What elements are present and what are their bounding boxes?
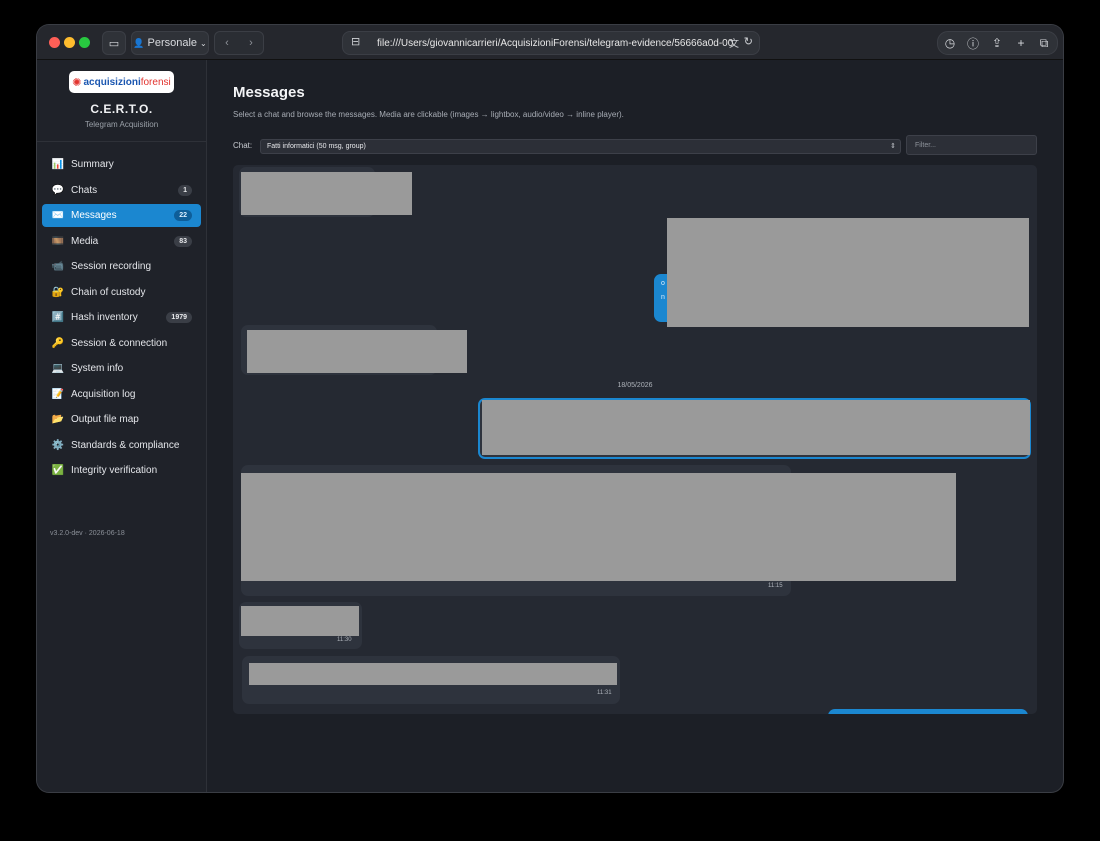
minimize-window-button[interactable] [64, 37, 75, 48]
message-list[interactable]: o n 18/05/2026 11:15 11:30 11:31 [233, 165, 1037, 714]
redacted-content [667, 218, 1029, 327]
main-content: Messages Select a chat and browse the me… [207, 60, 1063, 792]
folder-icon: 📂 [51, 414, 65, 425]
lock-icon: 🔐 [51, 286, 65, 298]
translate-icon[interactable]: 文 [729, 35, 739, 50]
page-title: Messages [233, 84, 305, 101]
laptop-icon: 💻 [51, 363, 65, 374]
message-time: 11:31 [597, 690, 612, 696]
chat-select-value: Fatti informatici (50 msg, group) [267, 143, 366, 150]
count-badge: 1979 [166, 312, 192, 323]
hash-icon: #️⃣ [51, 312, 65, 323]
page-description: Select a chat and browse the messages. M… [233, 110, 624, 119]
reload-icon[interactable]: ↻ [744, 35, 753, 48]
sidebar-item-label: System info [71, 363, 124, 374]
person-icon: 👤 [133, 37, 145, 48]
redacted-content [241, 172, 412, 215]
sidebar-item-acquisition-log[interactable]: 📝 Acquisition log [42, 383, 201, 406]
sidebar-icon: ▭ [108, 37, 120, 50]
sidebar-item-messages[interactable]: ✉️ Messages 22 [42, 204, 201, 227]
sidebar-item-label: Hash inventory [71, 312, 138, 323]
speech-bubble-icon: 💬 [51, 184, 65, 196]
sidebar-item-system-info[interactable]: 💻 System info [42, 357, 201, 380]
new-tab-icon[interactable]: + [1012, 34, 1030, 52]
zoom-window-button[interactable] [79, 37, 90, 48]
chevron-down-icon: ⌄ [200, 38, 207, 48]
memo-icon: 📝 [51, 388, 65, 400]
clock-icon[interactable]: ◷ [941, 34, 959, 52]
redacted-content [482, 400, 1030, 455]
share-icon[interactable]: ⇪ [988, 34, 1006, 52]
sidebar-item-hash-inventory[interactable]: #️⃣ Hash inventory 1979 [42, 306, 201, 329]
sidebar-item-label: Acquisition log [71, 388, 136, 400]
key-icon: 🔑 [51, 337, 65, 349]
message-time: 11:30 [337, 637, 352, 643]
address-bar[interactable]: ⊟ file:///Users/giovannicarrieri/Acquisi… [342, 31, 760, 55]
sidebar-item-summary[interactable]: 📊 Summary [42, 153, 201, 176]
sidebar-item-label: Output file map [71, 414, 139, 425]
browser-window: ▭ 👤 Personale ⌄ ‹ › ⊟ file:///Users/giov… [37, 25, 1063, 792]
back-button[interactable]: ‹ [215, 37, 239, 49]
info-icon[interactable]: ⓘ [964, 34, 982, 52]
sidebar-item-label: Integrity verification [71, 465, 158, 476]
sidebar-item-label: Media [71, 235, 99, 247]
sidebar-item-label: Messages [71, 210, 117, 221]
logo: ✺ acquisizioni forensi [69, 71, 174, 93]
message-time: 11:15 [768, 583, 783, 589]
count-badge: 83 [174, 235, 192, 247]
chat-select[interactable]: Fatti informatici (50 msg, group) ⇕ [260, 139, 901, 154]
forward-button[interactable]: › [239, 37, 263, 49]
check-mark-icon: ✅ [51, 465, 65, 476]
profile-button[interactable]: 👤 Personale ⌄ [131, 31, 209, 55]
redacted-content [241, 473, 956, 581]
envelope-icon: ✉️ [51, 210, 65, 221]
video-camera-icon: 📹 [51, 261, 65, 272]
sidebar-item-label: Chats [71, 184, 98, 196]
page-settings-icon[interactable]: ⊟ [351, 35, 360, 48]
count-badge: 1 [178, 184, 192, 196]
redacted-content [241, 606, 359, 636]
sidebar-item-session-recording[interactable]: 📹 Session recording [42, 255, 201, 278]
gear-icon: ⚙️ [51, 439, 65, 451]
sidebar: ✺ acquisizioni forensi C.E.R.T.O. Telegra… [37, 60, 207, 792]
toolbar-actions: ◷ ⓘ ⇪ + ⧉ [937, 31, 1058, 55]
message-bubble-outgoing[interactable] [828, 709, 1028, 714]
sidebar-toggle-button[interactable]: ▭ [102, 31, 126, 55]
sidebar-item-label: Standards & compliance [71, 439, 180, 451]
film-icon: 🎞️ [51, 235, 65, 247]
sidebar-item-label: Session & connection [71, 337, 168, 349]
profile-label: Personale [147, 37, 198, 49]
url-text[interactable]: file:///Users/giovannicarrieri/Acquisizi… [377, 38, 733, 49]
sidebar-item-integrity-verification[interactable]: ✅ Integrity verification [42, 459, 201, 482]
app-title: C.E.R.T.O. [90, 102, 153, 116]
history-nav-group: ‹ › [214, 31, 264, 55]
tab-overview-icon[interactable]: ⧉ [1035, 34, 1053, 52]
sidebar-item-chats[interactable]: 💬 Chats 1 [42, 179, 201, 202]
sidebar-item-media[interactable]: 🎞️ Media 83 [42, 230, 201, 253]
redacted-content [247, 330, 467, 373]
sidebar-item-output-file-map[interactable]: 📂 Output file map [42, 408, 201, 431]
browser-toolbar: ▭ 👤 Personale ⌄ ‹ › ⊟ file:///Users/giov… [37, 25, 1063, 60]
sidebar-item-standards-compliance[interactable]: ⚙️ Standards & compliance [42, 434, 201, 457]
sidebar-item-label: Chain of custody [71, 286, 146, 298]
app-subtitle: Telegram Acquisition [84, 120, 159, 129]
logo-mark-icon: ✺ [72, 76, 82, 89]
redacted-content [249, 663, 617, 685]
close-window-button[interactable] [49, 37, 60, 48]
chart-icon: 📊 [51, 159, 65, 170]
sidebar-item-label: Session recording [71, 261, 152, 272]
date-separator: 18/05/2026 [617, 382, 653, 389]
sidebar-item-chain-of-custody[interactable]: 🔐 Chain of custody [42, 281, 201, 304]
message-text-fragment: n [661, 294, 665, 301]
select-arrows-icon: ⇕ [890, 143, 896, 150]
filter-input[interactable]: Filter... [906, 135, 1037, 155]
message-text-fragment: o [661, 280, 665, 287]
sidebar-item-label: Summary [71, 159, 114, 170]
chat-select-label: Chat: [233, 141, 253, 150]
version-label: v3.2.0-dev · 2026-06-18 [50, 530, 125, 537]
sidebar-item-session-connection[interactable]: 🔑 Session & connection [42, 332, 201, 355]
count-badge: 22 [174, 210, 192, 221]
divider [37, 141, 206, 142]
